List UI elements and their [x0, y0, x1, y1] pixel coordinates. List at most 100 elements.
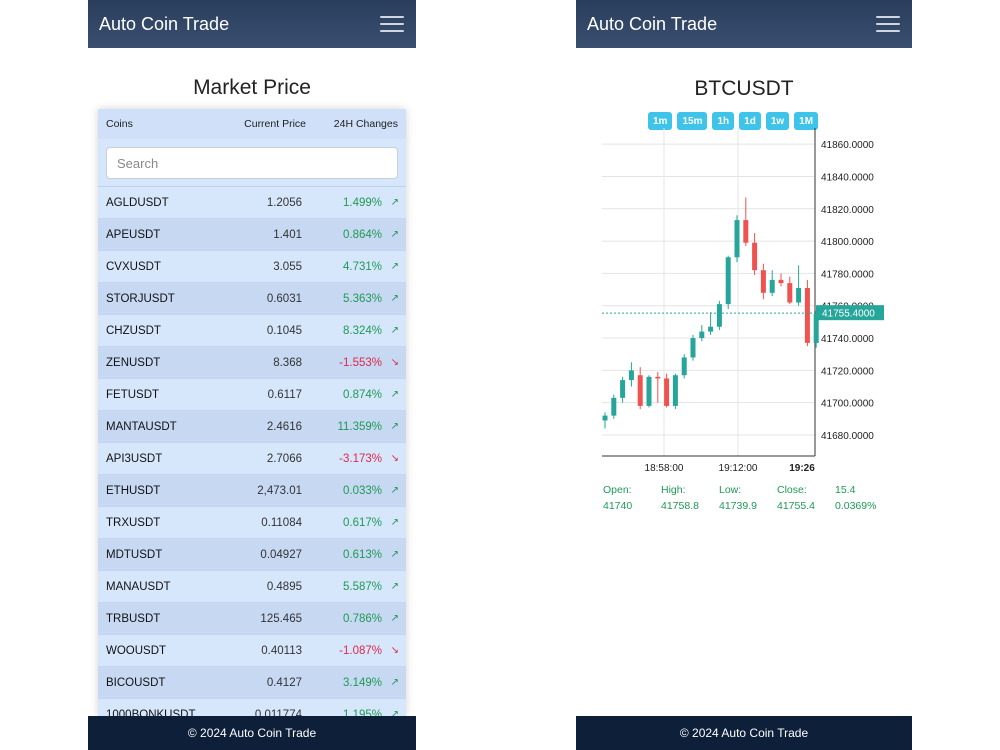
trend-up-icon: ↗ — [390, 677, 399, 688]
trend-up-icon: ↗ — [390, 613, 399, 624]
y-tick-label: 41860.0000 — [821, 140, 874, 151]
table-row[interactable]: WOOUSDT 0.40113 -1.087% ↘ — [98, 635, 406, 667]
ohlc-cell: Close: 41755.4 — [777, 482, 835, 514]
candle-body — [743, 220, 749, 243]
coin-symbol: BICOUSDT — [106, 676, 166, 689]
trend-up-icon: ↗ — [390, 229, 399, 240]
y-tick-label: 41720.0000 — [821, 366, 874, 377]
trend-down-icon: ↘ — [390, 645, 399, 656]
coin-symbol: TRBUSDT — [106, 612, 161, 625]
candle-body — [681, 357, 687, 376]
coin-price: 1.2056 — [266, 196, 302, 209]
coin-symbol: CHZUSDT — [106, 324, 161, 337]
table-row[interactable]: TRXUSDT 0.11084 0.617% ↗ — [98, 507, 406, 539]
header-change[interactable]: 24H Changes — [306, 118, 398, 130]
candle-body — [602, 415, 608, 421]
table-row[interactable]: TRBUSDT 125.465 0.786% ↗ — [98, 603, 406, 635]
table-row[interactable]: MANAUSDT 0.4895 5.587% ↗ — [98, 571, 406, 603]
coin-change: 8.324% — [342, 324, 382, 337]
candle-body — [796, 287, 802, 303]
app-title[interactable]: Auto Coin Trade — [99, 14, 229, 35]
y-tick-label: 41680.0000 — [821, 431, 874, 442]
coin-change: 1.195% — [342, 708, 382, 717]
table-row[interactable]: AGLDUSDT 1.2056 1.499% ↗ — [98, 187, 406, 219]
market-list: AGLDUSDT 1.2056 1.499% ↗ APEUSDT 1.401 0.864% ↗… — [98, 187, 406, 716]
coin-symbol: ZENUSDT — [106, 356, 161, 369]
coin-symbol: 1000BONKUSDT — [106, 708, 196, 717]
coin-symbol: TRXUSDT — [106, 516, 161, 529]
y-tick-label: 41780.0000 — [821, 269, 874, 280]
ohlc-label: 15.4 — [835, 484, 856, 496]
trend-down-icon: ↘ — [390, 453, 399, 464]
coin-symbol: STORJUSDT — [106, 292, 175, 305]
candle-body — [725, 257, 731, 305]
y-tick-label: 41700.0000 — [821, 399, 874, 410]
table-row[interactable]: CVXUSDT 3.055 4.731% ↗ — [98, 251, 406, 283]
coin-symbol: CVXUSDT — [106, 260, 161, 273]
search-input[interactable] — [106, 147, 398, 179]
header-price[interactable]: Current Price — [216, 118, 306, 130]
footer-text: © 2024 Auto Coin Trade — [187, 726, 317, 740]
candle-body — [778, 279, 784, 284]
ohlc-cell: Open: 41740 — [603, 482, 661, 514]
table-row[interactable]: BICOUSDT 0.4127 3.149% ↗ — [98, 667, 406, 699]
coin-price: 3.055 — [273, 260, 302, 273]
coin-price: 1.401 — [273, 228, 302, 241]
coin-change: -3.173% — [339, 452, 382, 465]
ohlc-label: High: — [661, 484, 686, 496]
navbar: Auto Coin Trade — [88, 0, 416, 48]
ohlc-value: 0.0369% — [835, 500, 877, 512]
candle-body — [752, 242, 758, 271]
coin-change: 0.864% — [342, 228, 382, 241]
table-row[interactable]: MDTUSDT 0.04927 0.613% ↗ — [98, 539, 406, 571]
candle-body — [690, 338, 696, 358]
ohlc-value: 41739.9 — [719, 500, 757, 512]
table-row[interactable]: FETUSDT 0.6117 0.874% ↗ — [98, 379, 406, 411]
candle-body — [760, 270, 766, 293]
app-title[interactable]: Auto Coin Trade — [587, 14, 717, 35]
candle-body — [637, 375, 643, 406]
table-row[interactable]: ZENUSDT 8.368 -1.553% ↘ — [98, 347, 406, 379]
candle-body — [734, 220, 740, 258]
ohlc-cell: High: 41758.8 — [661, 482, 719, 514]
table-row[interactable]: STORJUSDT 0.6031 5.363% ↗ — [98, 283, 406, 315]
ohlc-cell: Low: 41739.9 — [719, 482, 777, 514]
market-screen: Auto Coin Trade Market Price Coins Curre… — [88, 0, 416, 750]
coin-price: 0.11084 — [261, 516, 302, 529]
candlestick-chart[interactable]: 41860.0000 41840.0000 41820.0000 41800.0000… — [602, 128, 886, 478]
table-row[interactable]: API3USDT 2.7066 -3.173% ↘ — [98, 443, 406, 475]
trend-up-icon: ↗ — [390, 517, 399, 528]
ohlc-cell: 15.4 0.0369% — [835, 482, 893, 514]
table-row[interactable]: ETHUSDT 2,473.01 0.033% ↗ — [98, 475, 406, 507]
header-coins[interactable]: Coins — [106, 118, 216, 130]
coin-price: 0.4895 — [266, 580, 302, 593]
ohlc-label: Close: — [777, 484, 807, 496]
coin-price: 0.6117 — [267, 388, 302, 401]
trend-up-icon: ↗ — [390, 485, 399, 496]
y-tick-label: 41840.0000 — [821, 172, 874, 183]
table-row[interactable]: MANTAUSDT 2.4616 11.359% ↗ — [98, 411, 406, 443]
coin-price: 2.7066 — [266, 452, 302, 465]
footer: © 2024 Auto Coin Trade — [576, 716, 912, 750]
x-tick-label: 19:26 — [789, 463, 815, 474]
menu-icon[interactable] — [380, 14, 404, 34]
trend-up-icon: ↗ — [390, 261, 399, 272]
coin-price: 0.011774 — [254, 708, 302, 717]
coin-symbol: WOOUSDT — [106, 644, 167, 657]
menu-icon[interactable] — [876, 14, 900, 34]
coin-change: -1.553% — [339, 356, 382, 369]
y-tick-label: 41740.0000 — [821, 334, 874, 345]
ohlc-label: Open: — [603, 484, 632, 496]
candle-body — [620, 380, 626, 398]
table-row[interactable]: 1000BONKUSDT 0.011774 1.195% ↗ — [98, 699, 406, 716]
coin-change: 0.617% — [342, 516, 382, 529]
coin-price: 0.40113 — [261, 644, 302, 657]
table-row[interactable]: APEUSDT 1.401 0.864% ↗ — [98, 219, 406, 251]
coin-price: 2,473.01 — [257, 484, 302, 497]
coin-change: 3.149% — [342, 676, 382, 689]
coin-change: 0.033% — [342, 484, 382, 497]
table-row[interactable]: CHZUSDT 0.1045 8.324% ↗ — [98, 315, 406, 347]
trend-up-icon: ↗ — [390, 389, 399, 400]
navbar: Auto Coin Trade — [576, 0, 912, 48]
chart-screen: Auto Coin Trade BTCUSDT 1m 15m 1h 1d 1w 1M 41… — [576, 0, 912, 750]
